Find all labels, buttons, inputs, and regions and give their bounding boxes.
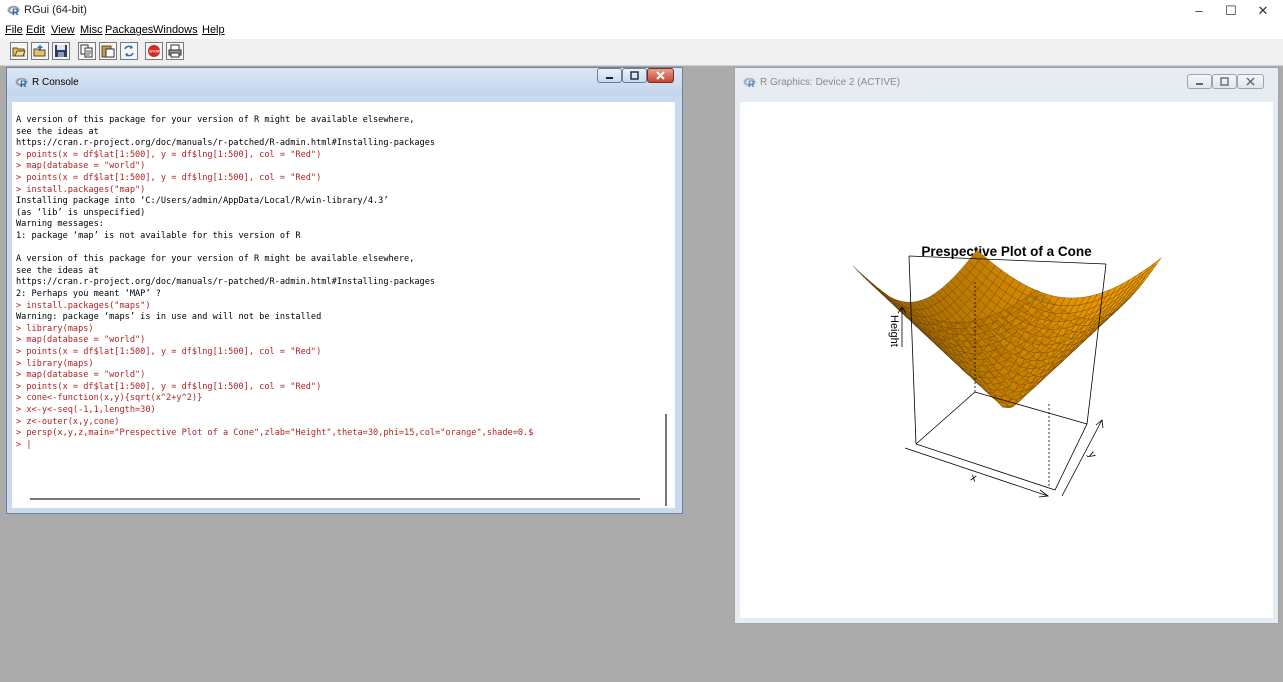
- r-logo-icon: R: [7, 5, 20, 16]
- console-output-line: 1: package ‘map’ is not available for th…: [16, 231, 301, 241]
- x-axis-label: x: [969, 471, 978, 484]
- console-command-line: > persp(x,y,z,main="Prespective Plot of …: [16, 428, 534, 439]
- console-output-line: see the ideas at: [16, 265, 99, 276]
- console-command-line: > points(x = df$lat[1:500], y = df$lng[1…: [16, 347, 322, 357]
- console-command-line: > map(database = "world"): [16, 161, 146, 172]
- console-command-line: > install.packages("maps"): [16, 300, 151, 311]
- console-output-line: 2: Perhaps you meant ‘MAP’ ?: [16, 289, 161, 299]
- menu-edit-label: Edit: [26, 24, 45, 36]
- close-button[interactable]: ✕: [1248, 2, 1278, 20]
- console-output-line: Warning messages:: [16, 219, 104, 230]
- z-axis-label: Height: [888, 315, 900, 347]
- app-titlebar: R RGui (64-bit) – ☐ ✕: [0, 0, 1283, 22]
- menu-file[interactable]: File: [5, 24, 23, 36]
- console-minimize-button[interactable]: [597, 68, 622, 83]
- menu-edit[interactable]: Edit: [26, 24, 45, 36]
- minimize-icon: [1196, 83, 1203, 85]
- menu-misc[interactable]: Misc: [80, 24, 103, 36]
- y-axis-label: y: [1085, 450, 1098, 461]
- copy-paste-button[interactable]: [120, 42, 138, 60]
- menu-windows[interactable]: Windows: [153, 24, 198, 36]
- minimize-button[interactable]: –: [1184, 2, 1214, 20]
- console-command-line: > points(x = df$lat[1:500], y = df$lng[1…: [16, 173, 322, 183]
- restore-icon: [630, 71, 639, 80]
- r-graphics-window[interactable]: R R Graphics: Device 2 (ACTIVE) Prespect…: [734, 67, 1279, 624]
- print-icon: [168, 44, 182, 58]
- console-command-line: > cone<-function(x,y){sqrt(x^2+y^2)}: [16, 393, 203, 404]
- menu-windows-label: Windows: [153, 24, 198, 36]
- console-output-line: A version of this package for your versi…: [16, 254, 415, 265]
- perspective-plot: x y Height: [852, 249, 1162, 498]
- svg-text:R: R: [748, 79, 755, 88]
- toolbar: STOP: [0, 39, 1283, 66]
- svg-text:R: R: [20, 79, 27, 88]
- graphics-restore-button[interactable]: [1212, 74, 1237, 89]
- r-graphics-title: R Graphics: Device 2 (ACTIVE): [760, 77, 901, 88]
- menu-file-label: File: [5, 24, 23, 36]
- r-console-titlebar[interactable]: R R Console: [7, 68, 682, 96]
- save-workspace-button[interactable]: [52, 42, 70, 60]
- r-graphics-titlebar[interactable]: R R Graphics: Device 2 (ACTIVE): [735, 68, 1278, 96]
- console-output-line: see the ideas at: [16, 126, 99, 137]
- console-output-line: https://cran.r-project.org/doc/manuals/r…: [16, 277, 436, 288]
- console-command-line: > points(x = df$lat[1:500], y = df$lng[1…: [16, 381, 322, 392]
- minimize-icon: [606, 77, 613, 79]
- r-console-window[interactable]: R R Console A version of this package fo…: [6, 67, 683, 514]
- console-close-button[interactable]: [647, 68, 674, 83]
- r-logo-icon: R: [743, 77, 756, 88]
- save-workspace-icon: [55, 45, 67, 57]
- menu-packages[interactable]: Packages: [105, 24, 153, 36]
- console-output-line: (as ‘lib’ is unspecified): [16, 207, 146, 218]
- menu-packages-label: Packages: [105, 24, 154, 36]
- graphics-canvas[interactable]: Prespective Plot of a Cone x y Height: [740, 102, 1273, 618]
- restore-icon: [1220, 77, 1229, 86]
- console-horizontal-scrollbar[interactable]: [30, 498, 640, 500]
- copy-paste-icon: [124, 45, 134, 57]
- console-output-line: Warning: package ‘maps’ is in use and wi…: [16, 312, 322, 323]
- menu-bar: File Edit View Misc Packages Windows Hel…: [0, 22, 1283, 39]
- stop-button[interactable]: STOP: [145, 42, 163, 60]
- menu-help[interactable]: Help: [202, 24, 225, 36]
- copy-icon: [80, 44, 93, 58]
- console-restore-button[interactable]: [622, 68, 647, 83]
- console-output[interactable]: A version of this package for your versi…: [12, 102, 675, 508]
- console-command-line: > z<-outer(x,y,cone): [16, 416, 120, 427]
- close-icon: [656, 71, 665, 80]
- load-workspace-button[interactable]: [31, 42, 49, 60]
- console-vertical-scrollbar[interactable]: [665, 414, 667, 506]
- open-script-icon: [12, 47, 26, 57]
- r-console-title: R Console: [32, 77, 79, 88]
- close-icon: [1246, 77, 1255, 86]
- load-workspace-icon: [33, 45, 46, 57]
- console-output-line: https://cran.r-project.org/doc/manuals/r…: [16, 138, 436, 149]
- console-command-line: > map(database = "world"): [16, 335, 146, 346]
- console-command-line: > x<-y<-seq(-1,1,length=30): [16, 405, 156, 415]
- menu-help-label: Help: [202, 24, 225, 36]
- r-logo-icon: R: [15, 77, 28, 88]
- menu-view[interactable]: View: [51, 24, 75, 36]
- paste-icon: [101, 45, 115, 58]
- console-command-line: > points(x = df$lat[1:500], y = df$lng[1…: [16, 149, 322, 160]
- console-command-line: > library(maps): [16, 358, 94, 369]
- copy-button[interactable]: [78, 42, 96, 60]
- stop-icon: STOP: [148, 45, 160, 57]
- console-command-line: > map(database = "world"): [16, 370, 146, 381]
- paste-button[interactable]: [99, 42, 117, 60]
- console-command-line: > install.packages("map"): [16, 184, 146, 195]
- menu-misc-label: Misc: [80, 24, 103, 36]
- graphics-minimize-button[interactable]: [1187, 74, 1212, 89]
- open-script-button[interactable]: [10, 42, 28, 60]
- print-button[interactable]: [166, 42, 184, 60]
- app-title: RGui (64-bit): [24, 4, 87, 16]
- svg-text:STOP: STOP: [149, 49, 160, 54]
- console-output-line: A version of this package for your versi…: [16, 115, 415, 125]
- console-command-line: > library(maps): [16, 323, 94, 334]
- graphics-close-button[interactable]: [1237, 74, 1264, 89]
- maximize-button[interactable]: ☐: [1216, 2, 1246, 20]
- console-command-line: > |: [16, 439, 32, 450]
- svg-text:R: R: [12, 7, 19, 16]
- console-output-line: Installing package into ‘C:/Users/admin/…: [16, 196, 389, 207]
- menu-view-label: View: [51, 24, 75, 36]
